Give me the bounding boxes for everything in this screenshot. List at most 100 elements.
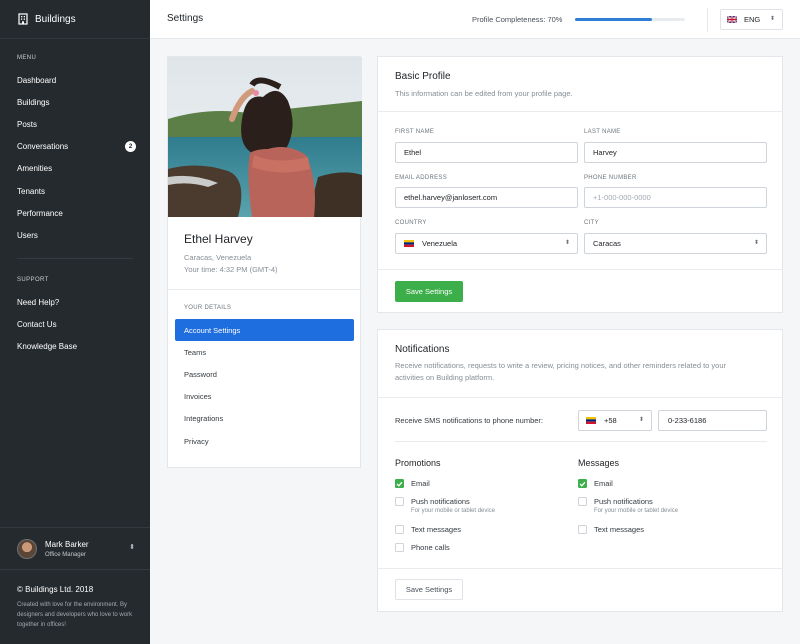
language-value: ENG <box>744 15 761 24</box>
messages-text-option[interactable]: Text messages <box>578 525 644 534</box>
user-menu[interactable]: Mark Barker Office Manager ⬍ <box>0 527 150 570</box>
avatar <box>17 538 37 559</box>
profile-location: Caracas, Venezuela <box>184 253 252 262</box>
profile-photo <box>168 57 362 217</box>
save-settings-button[interactable]: Save Settings <box>395 281 463 302</box>
notifications-subtitle: Receive notifications, requests to write… <box>395 361 726 382</box>
option-label: Text messages <box>411 525 462 534</box>
checkbox[interactable] <box>578 479 587 488</box>
chevron-up-down-icon: ⬍ <box>564 240 570 246</box>
details-item-invoices[interactable]: Invoices <box>175 386 354 408</box>
progress-fill <box>575 18 652 21</box>
divider <box>168 289 362 290</box>
sms-country-code-select[interactable]: +58 ⬍ <box>578 410 652 431</box>
profile-card: Ethel Harvey Caracas, Venezuela Your tim… <box>167 56 362 468</box>
details-item-account-settings[interactable]: Account Settings <box>175 319 354 342</box>
sidebar-item-dashboard[interactable]: Dashboard <box>0 69 150 91</box>
divider <box>378 568 782 569</box>
your-details-label: YOUR DETAILS <box>184 305 232 311</box>
sidebar-item-contact-us[interactable]: Contact Us <box>0 313 150 335</box>
details-item-label: Account Settings <box>184 325 241 335</box>
last-name-field[interactable]: Harvey <box>584 142 767 163</box>
checkbox[interactable] <box>395 543 404 552</box>
sidebar-item-need-help[interactable]: Need Help? <box>0 291 150 313</box>
sidebar-item-performance[interactable]: Performance <box>0 202 150 224</box>
sidebar-item-users[interactable]: Users <box>0 224 150 246</box>
divider <box>378 111 782 112</box>
save-notification-settings-button[interactable]: Save Settings <box>395 579 463 600</box>
messages-email-option[interactable]: Email <box>578 479 613 488</box>
notifications-title: Notifications <box>395 344 450 355</box>
sidebar-item-label: Performance <box>17 208 63 218</box>
user-role: Office Manager <box>45 551 86 558</box>
option-label: Email <box>594 479 613 488</box>
check-icon <box>579 481 586 487</box>
sidebar-item-label: Contact Us <box>17 319 57 329</box>
checkbox[interactable] <box>578 497 587 506</box>
promotions-phone-option[interactable]: Phone calls <box>395 543 450 552</box>
user-name: Mark Barker <box>45 539 89 549</box>
chevron-up-down-icon: ⬍ <box>129 544 135 551</box>
details-item-label: Integrations <box>184 414 224 424</box>
option-label: Push notifications <box>594 497 653 506</box>
profile-completeness-bar <box>575 18 685 21</box>
last-name-label: LAST NAME <box>584 129 621 135</box>
menu-section-label: MENU <box>17 55 37 61</box>
option-hint: For your mobile or tablet device <box>411 508 496 514</box>
details-item-integrations[interactable]: Integrations <box>175 408 354 430</box>
checkbox[interactable] <box>395 497 404 506</box>
option-label: Email <box>411 479 430 488</box>
phone-field[interactable]: +1-000-000-0000 <box>584 187 767 208</box>
brand[interactable]: Buildings <box>0 0 150 39</box>
divider <box>395 441 767 442</box>
email-field[interactable]: ethel.harvey@janlosert.com <box>395 187 578 208</box>
brand-name: Buildings <box>35 13 76 25</box>
checkbox[interactable] <box>395 525 404 534</box>
divider <box>378 397 782 398</box>
language-select[interactable]: ENG ⬍ <box>720 9 783 30</box>
sidebar-item-tenants[interactable]: Tenants <box>0 180 150 202</box>
main-nav: Dashboard Buildings Posts Conversations 2… <box>0 69 150 247</box>
promotions-email-option[interactable]: Email <box>395 479 430 488</box>
sidebar-item-amenities[interactable]: Amenities <box>0 158 150 180</box>
first-name-field[interactable]: Ethel <box>395 142 578 163</box>
checkbox[interactable] <box>578 525 587 534</box>
checkbox[interactable] <box>395 479 404 488</box>
sms-phone-field[interactable]: 0-233-6186 <box>658 410 767 431</box>
sms-label: Receive SMS notifications to phone numbe… <box>395 416 543 425</box>
details-item-label: Privacy <box>184 436 209 446</box>
sidebar-item-label: Tenants <box>17 186 46 196</box>
sidebar-item-label: Users <box>17 230 38 240</box>
details-item-teams[interactable]: Teams <box>175 341 354 363</box>
sidebar-item-label: Dashboard <box>17 75 57 85</box>
first-name-label: FIRST NAME <box>395 129 435 135</box>
chevron-up-down-icon: ⬍ <box>753 240 759 246</box>
country-select[interactable]: Venezuela ⬍ <box>395 233 578 254</box>
copyright: © Buildings Ltd. 2018 <box>17 585 94 594</box>
details-item-label: Invoices <box>184 392 212 402</box>
messages-title: Messages <box>578 458 620 468</box>
sidebar-item-buildings[interactable]: Buildings <box>0 91 150 113</box>
promotions-text-option[interactable]: Text messages <box>395 525 461 534</box>
option-label: Text messages <box>594 525 645 534</box>
page-title: Settings <box>167 13 204 24</box>
city-select[interactable]: Caracas ⬍ <box>584 233 767 254</box>
option-label: Push notifications <box>411 497 470 506</box>
chevron-up-down-icon: ⬍ <box>638 417 644 423</box>
sidebar-item-posts[interactable]: Posts <box>0 113 150 135</box>
sidebar-item-knowledge-base[interactable]: Knowledge Base <box>0 335 150 357</box>
details-item-privacy[interactable]: Privacy <box>175 430 354 452</box>
profile-completeness-label: Profile Completeness: 70% <box>472 15 563 24</box>
sidebar-item-label: Amenities <box>17 164 53 174</box>
venezuela-flag-icon <box>404 240 414 247</box>
sidebar-divider <box>17 258 133 259</box>
basic-profile-subtitle: This information can be edited from your… <box>395 89 573 98</box>
support-section-label: SUPPORT <box>17 277 49 283</box>
profile-name: Ethel Harvey <box>184 232 253 246</box>
promotions-push-option[interactable]: Push notifications For your mobile or ta… <box>395 497 495 514</box>
messages-push-option[interactable]: Push notifications For your mobile or ta… <box>578 497 678 514</box>
phone-label: PHONE NUMBER <box>584 175 637 181</box>
details-item-password[interactable]: Password <box>175 363 354 385</box>
sidebar-item-conversations[interactable]: Conversations 2 <box>0 136 150 158</box>
email-label: EMAIL ADDRESS <box>395 175 448 181</box>
